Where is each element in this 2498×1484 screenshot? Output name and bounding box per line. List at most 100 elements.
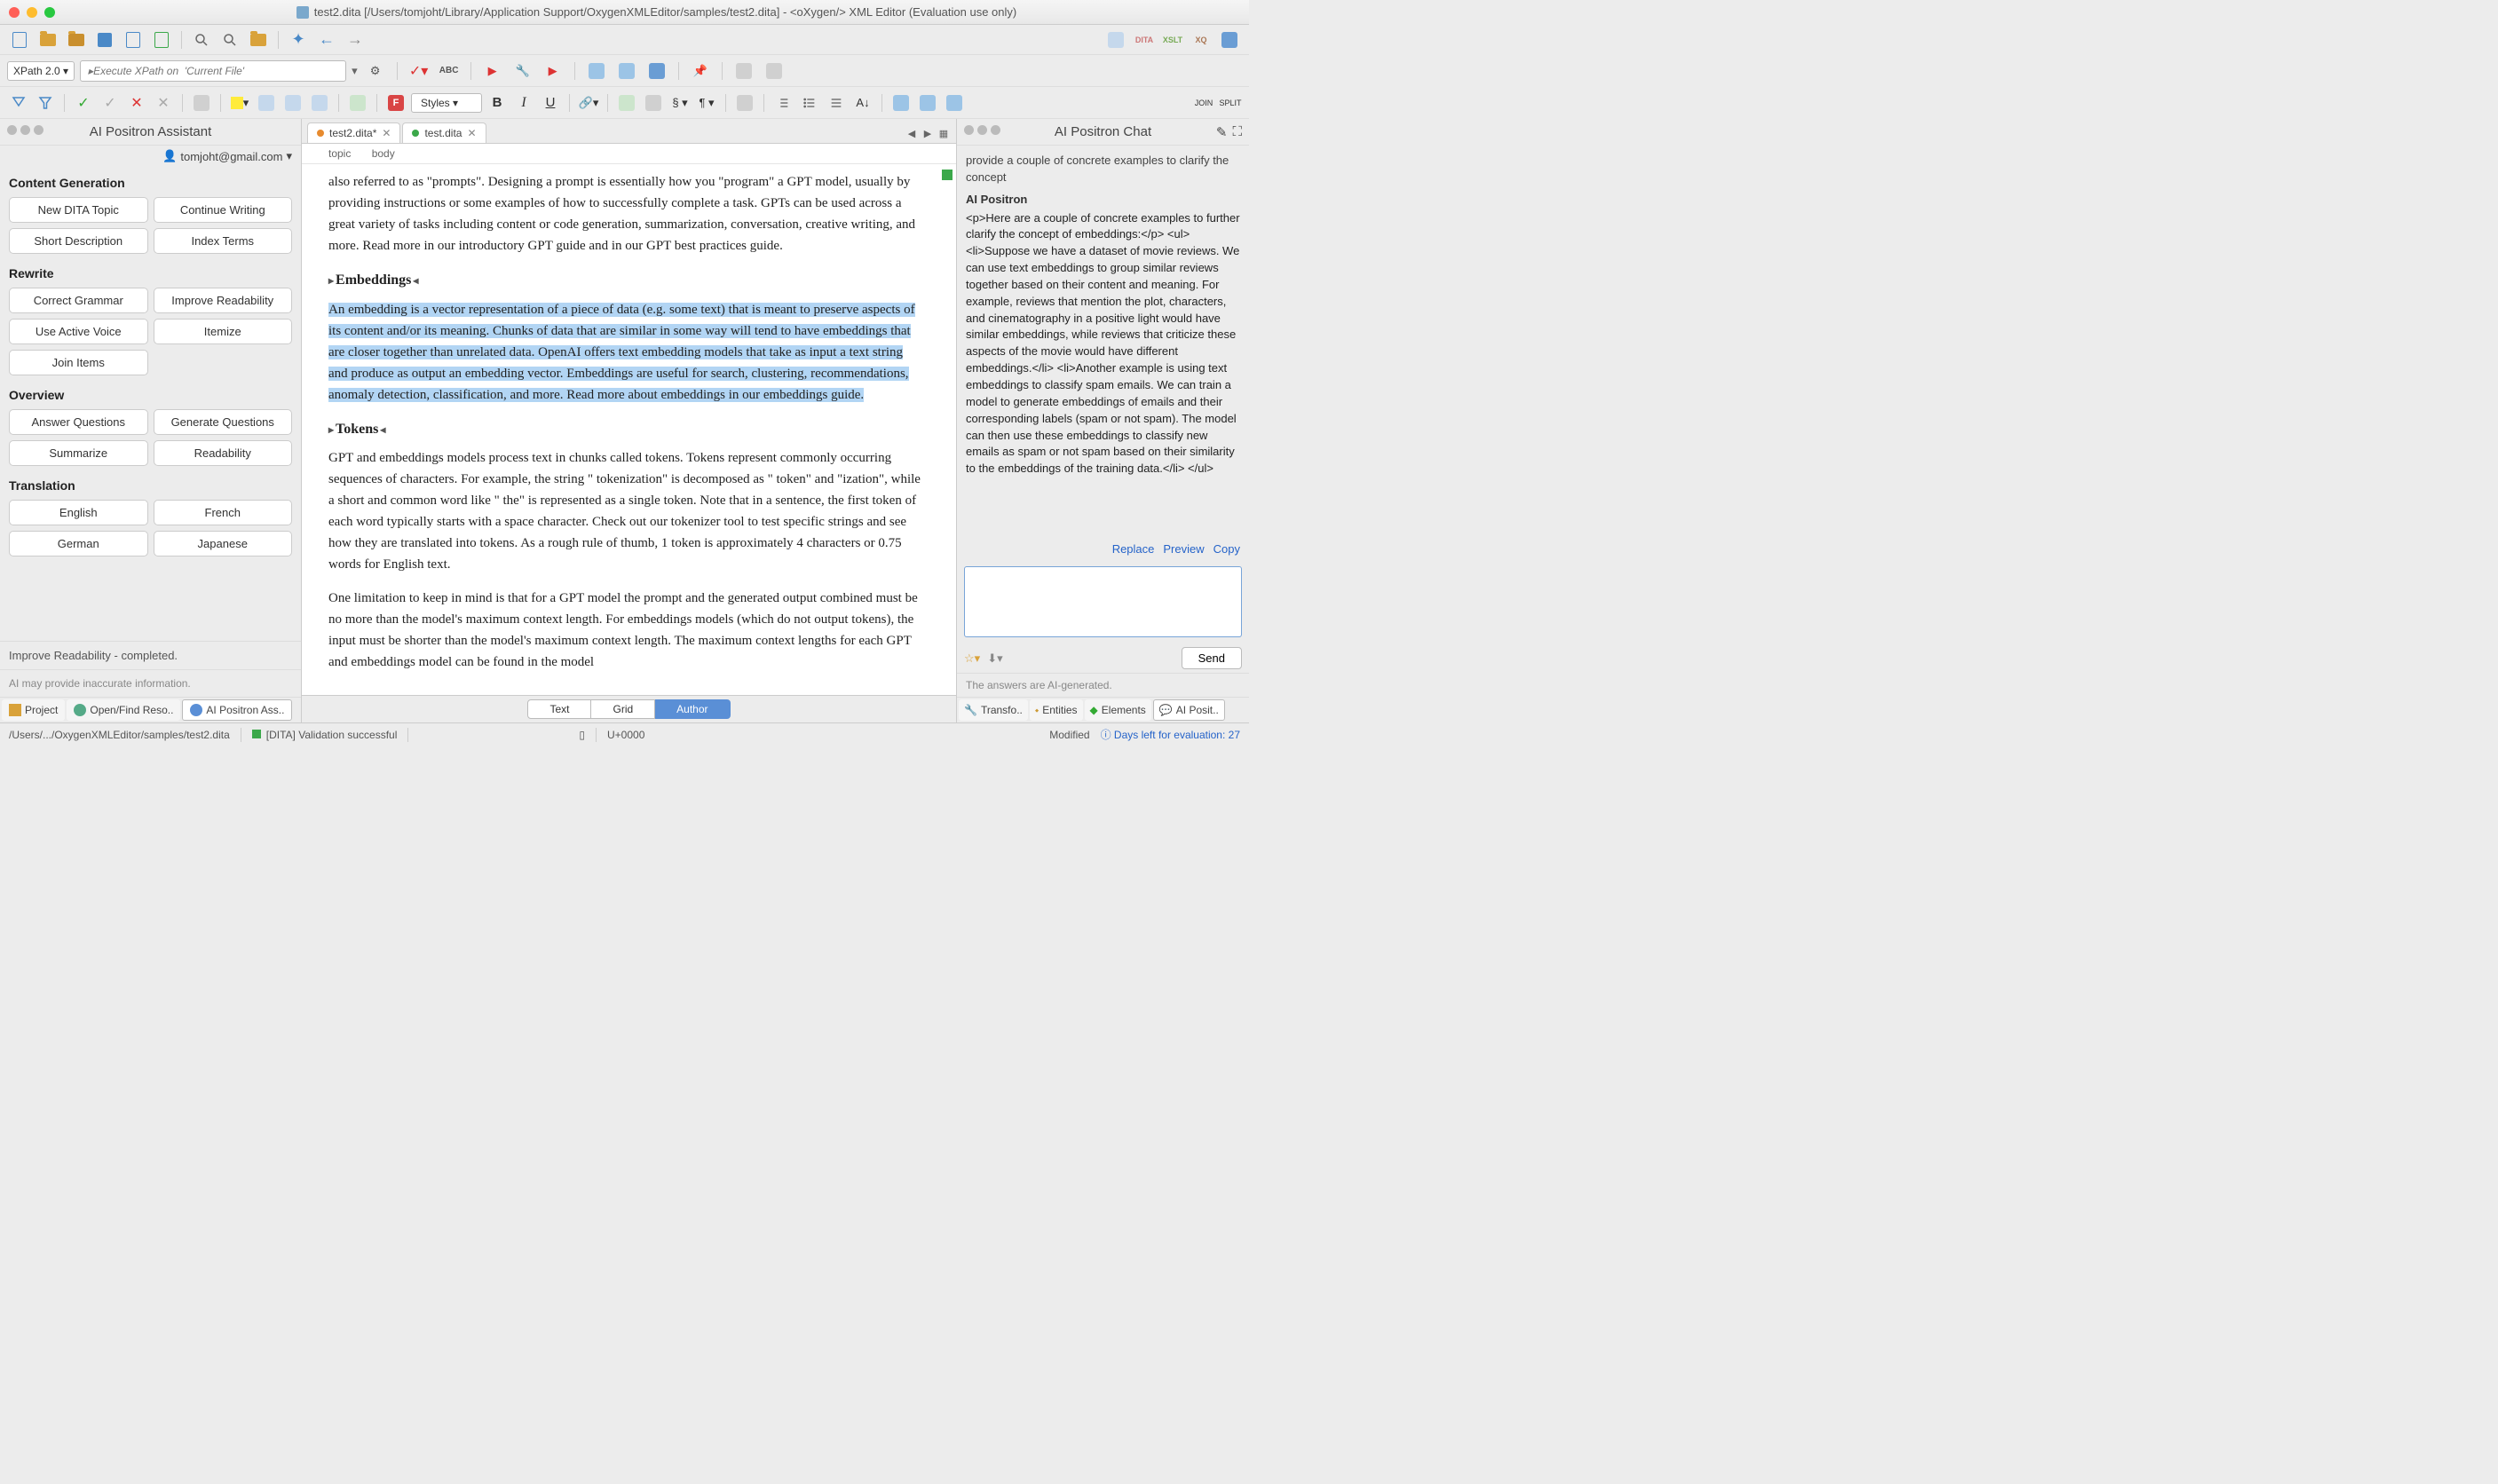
xpath-version-select[interactable]: XPath 2.0 ▾: [7, 61, 75, 81]
reload-icon[interactable]: [149, 28, 174, 52]
insert-icon[interactable]: [346, 91, 369, 114]
correct-grammar-button[interactable]: Correct Grammar: [9, 288, 148, 313]
answer-questions-button[interactable]: Answer Questions: [9, 409, 148, 435]
validate-icon[interactable]: ✓▾: [407, 59, 431, 83]
translate-french-button[interactable]: French: [154, 500, 293, 525]
xslt-perspective-icon[interactable]: XSLT: [1160, 28, 1185, 52]
comment1-icon[interactable]: [255, 91, 278, 114]
index-terms-button[interactable]: Index Terms: [154, 228, 293, 254]
forward-icon[interactable]: →: [343, 28, 368, 52]
layout1-icon[interactable]: [731, 59, 756, 83]
xquery-perspective-icon[interactable]: XQ: [1189, 28, 1213, 52]
join-items-button[interactable]: Join Items: [9, 350, 148, 375]
chat-input[interactable]: [964, 566, 1242, 637]
comment2-icon[interactable]: [281, 91, 304, 114]
maximize-window-icon[interactable]: [44, 7, 55, 18]
section-icon[interactable]: § ▾: [668, 91, 692, 114]
delete2-icon[interactable]: ✕: [152, 91, 175, 114]
para-embeddings[interactable]: An embedding is a vector representation …: [328, 299, 921, 406]
xpath-settings-icon[interactable]: ⚙: [363, 59, 388, 83]
summarize-button[interactable]: Summarize: [9, 440, 148, 466]
layout2-icon[interactable]: [762, 59, 787, 83]
join-icon[interactable]: JOIN: [1192, 91, 1215, 114]
para-tokens[interactable]: GPT and embeddings models process text i…: [328, 447, 921, 575]
tab-open-find[interactable]: Open/Find Reso..: [67, 699, 180, 721]
heading-tokens[interactable]: Tokens: [328, 418, 921, 441]
search-replace-icon[interactable]: [217, 28, 242, 52]
tab-test[interactable]: test.dita ✕: [402, 122, 486, 143]
xpath-input[interactable]: [80, 60, 346, 82]
sort-icon[interactable]: A↓: [851, 91, 874, 114]
run2-icon[interactable]: ▶: [541, 59, 565, 83]
preview-link[interactable]: Preview: [1163, 542, 1204, 556]
list3-icon[interactable]: [825, 91, 848, 114]
underline-button[interactable]: U: [539, 91, 562, 114]
send-button[interactable]: Send: [1182, 647, 1242, 669]
editor-content[interactable]: also referred to as "prompts". Designing…: [302, 164, 956, 695]
tab-next-icon[interactable]: ▶: [921, 126, 935, 140]
translate-german-button[interactable]: German: [9, 531, 148, 556]
tab-transformation[interactable]: 🔧Transfo..: [959, 699, 1028, 721]
mode-text[interactable]: Text: [527, 699, 591, 719]
insert-menu-icon[interactable]: ⬇▾: [987, 651, 1002, 666]
dita-perspective-icon[interactable]: DITA: [1132, 28, 1157, 52]
tab-entities[interactable]: ⬩Entities: [1030, 699, 1083, 721]
para-intro[interactable]: also referred to as "prompts". Designing…: [328, 171, 921, 257]
db-perspective-icon[interactable]: [1217, 28, 1242, 52]
copy-link[interactable]: Copy: [1213, 542, 1240, 556]
math-icon[interactable]: [733, 91, 756, 114]
mode-author[interactable]: Author: [655, 699, 730, 719]
short-description-button[interactable]: Short Description: [9, 228, 148, 254]
para-limitation[interactable]: One limitation to keep in mind is that f…: [328, 588, 921, 673]
improve-readability-button[interactable]: Improve Readability: [154, 288, 293, 313]
tab-test2[interactable]: test2.dita* ✕: [307, 122, 400, 143]
tab-positron-assistant[interactable]: AI Positron Ass..: [182, 699, 292, 721]
red-f-icon[interactable]: F: [384, 91, 407, 114]
generate-questions-button[interactable]: Generate Questions: [154, 409, 293, 435]
readability-button[interactable]: Readability: [154, 440, 293, 466]
edit-icon[interactable]: ✎: [1216, 124, 1228, 140]
format-icon[interactable]: [614, 59, 639, 83]
table3-icon[interactable]: [943, 91, 966, 114]
tab-project[interactable]: Project: [2, 699, 65, 721]
replace-link[interactable]: Replace: [1112, 542, 1155, 556]
list-ul-icon[interactable]: [798, 91, 821, 114]
close-tab-icon[interactable]: ✕: [382, 127, 391, 139]
heading-embeddings[interactable]: Embeddings: [328, 269, 921, 292]
indent-icon[interactable]: [584, 59, 609, 83]
star-icon[interactable]: ✦: [286, 28, 311, 52]
styles-dropdown[interactable]: Styles ▾: [411, 93, 482, 113]
translate-english-button[interactable]: English: [9, 500, 148, 525]
open-folder-icon[interactable]: [36, 28, 60, 52]
open-project-icon[interactable]: [64, 28, 89, 52]
tab-elements[interactable]: ◆Elements: [1085, 699, 1151, 721]
user-account-row[interactable]: 👤 tomjoht@gmail.com ▾: [0, 146, 301, 167]
list-ol-icon[interactable]: [771, 91, 794, 114]
table2-icon[interactable]: [916, 91, 939, 114]
image-icon[interactable]: [615, 91, 638, 114]
back-icon[interactable]: ←: [314, 28, 339, 52]
search-icon[interactable]: [189, 28, 214, 52]
split-icon[interactable]: SPLIT: [1219, 91, 1242, 114]
save-icon[interactable]: [92, 28, 117, 52]
mode-grid[interactable]: Grid: [591, 699, 655, 719]
find-folder-icon[interactable]: [246, 28, 271, 52]
media-icon[interactable]: [642, 91, 665, 114]
expand-icon[interactable]: ⛶: [1232, 124, 1242, 140]
tab-list-icon[interactable]: ▦: [937, 126, 951, 140]
close-tab-icon[interactable]: ✕: [467, 127, 476, 139]
continue-writing-button[interactable]: Continue Writing: [154, 197, 293, 223]
bookmark-icon[interactable]: [644, 59, 669, 83]
close-window-icon[interactable]: [9, 7, 20, 18]
save-as-icon[interactable]: [121, 28, 146, 52]
bold-button[interactable]: B: [486, 91, 509, 114]
pushpin-icon[interactable]: 📌: [688, 59, 713, 83]
tab-positron-chat[interactable]: 💬AI Posit..: [1153, 699, 1225, 721]
comment3-icon[interactable]: [308, 91, 331, 114]
tab-prev-icon[interactable]: ◀: [905, 126, 919, 140]
favorite-icon[interactable]: ☆▾: [964, 651, 980, 666]
minimize-window-icon[interactable]: [27, 7, 37, 18]
link-icon[interactable]: 🔗▾: [577, 91, 600, 114]
new-file-icon[interactable]: [7, 28, 32, 52]
italic-button[interactable]: I: [512, 91, 535, 114]
